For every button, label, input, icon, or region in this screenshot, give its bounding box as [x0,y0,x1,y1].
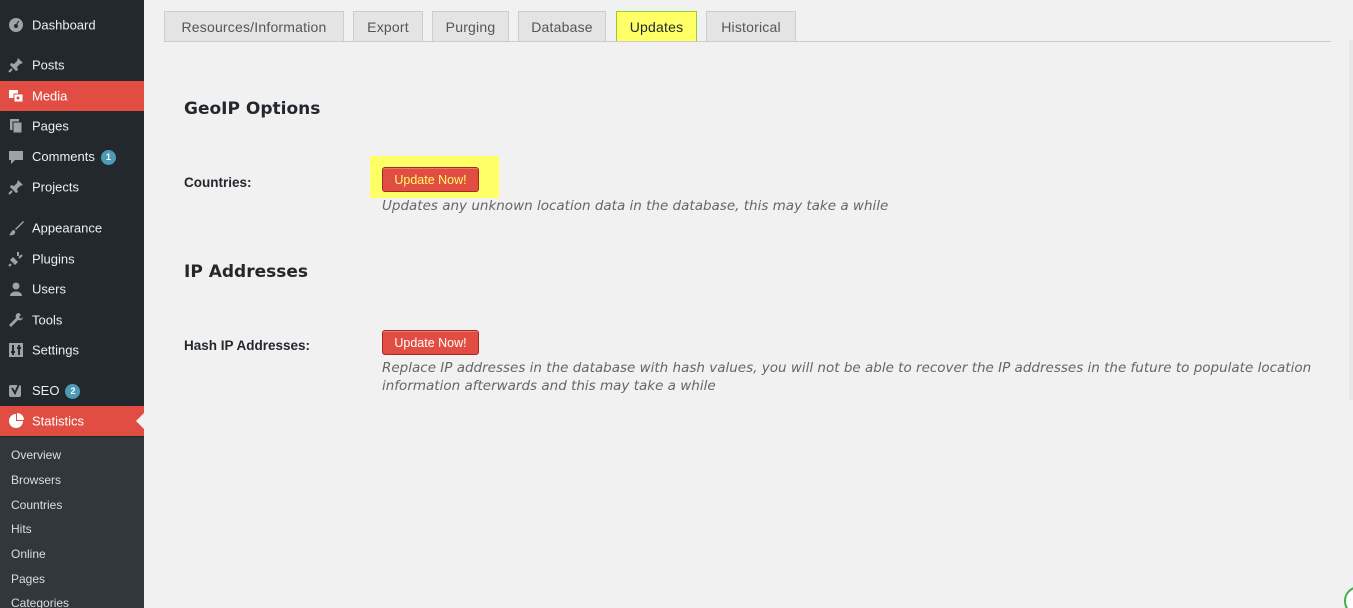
hash-ip-description-line2: information afterwards and this may take… [382,378,716,394]
sidebar-item-comments[interactable]: Comments 1 [0,142,144,172]
comment-count-badge: 1 [100,150,116,165]
current-menu-arrow [136,413,144,429]
settings-icon [9,343,23,357]
submenu-item-online[interactable]: Online [11,547,46,561]
statistics-submenu: Overview Browsers Countries Hits Online … [0,437,144,608]
sidebar-item-label: SEO [32,383,60,398]
corner-status-badge [1344,586,1353,608]
submenu-item-hits[interactable]: Hits [11,522,32,536]
admin-sidebar: Dashboard Posts Media Pages Comments 1 Pr… [0,0,144,608]
submenu-item-overview[interactable]: Overview [11,448,61,462]
tab-database[interactable]: Database [518,11,606,42]
seo-icon [9,383,21,397]
sidebar-item-label: Dashboard [32,17,96,33]
tab-resources-information[interactable]: Resources/Information [164,11,344,42]
sidebar-item-users[interactable]: Users [0,274,144,304]
sidebar-item-label: Posts [32,57,65,73]
plug-icon [8,252,23,267]
sidebar-item-label: Media [32,88,68,104]
tab-purging[interactable]: Purging [432,11,509,42]
sidebar-item-label: Comments [32,149,95,164]
scrollbar-track[interactable] [1349,40,1353,400]
sidebar-item-label: Statistics [32,413,85,429]
tab-historical[interactable]: Historical [706,11,796,42]
sidebar-item-label: Plugins [32,251,75,267]
sidebar-item-label-wrap: SEO 2 [32,383,81,399]
submenu-item-pages[interactable]: Pages [11,572,45,586]
ip-addresses-heading: IP Addresses [184,262,308,282]
geoip-options-heading: GeoIP Options [184,99,321,119]
sidebar-item-posts[interactable]: Posts [0,50,144,80]
media-icon [9,90,24,103]
sidebar-item-statistics[interactable]: Statistics [0,406,144,436]
sidebar-item-tools[interactable]: Tools [0,305,144,335]
brush-icon [9,221,24,236]
sidebar-item-plugins[interactable]: Plugins [0,244,144,274]
sidebar-item-pages[interactable]: Pages [0,111,144,141]
sidebar-item-dashboard[interactable]: Dashboard [0,10,144,40]
hash-ip-update-button[interactable]: Update Now! [382,330,479,355]
sidebar-item-settings[interactable]: Settings [0,335,144,365]
sidebar-item-label: Users [32,281,66,297]
sidebar-item-label: Pages [32,118,69,134]
pin-icon [8,180,23,195]
countries-label: Countries: [184,175,252,190]
sidebar-item-media[interactable]: Media [0,81,144,111]
submenu-item-browsers[interactable]: Browsers [11,473,61,487]
dashboard-icon [9,18,23,32]
sidebar-item-projects[interactable]: Projects [0,172,144,202]
submenu-item-countries[interactable]: Countries [11,498,62,512]
update-countries-button[interactable]: Update Now! [382,167,479,192]
tab-divider [164,41,1331,42]
sidebar-item-label: Settings [32,342,79,358]
sidebar-item-seo[interactable]: SEO 2 [0,376,144,406]
countries-description: Updates any unknown location data in the… [382,198,889,214]
sidebar-item-label: Projects [32,179,79,195]
submenu-item-categories[interactable]: Categories [11,596,69,608]
hash-ip-label: Hash IP Addresses: [184,338,311,353]
wrench-icon [9,313,23,327]
seo-count-badge: 2 [65,384,81,399]
pie-chart-icon [9,413,24,428]
comment-icon [9,151,23,164]
tab-export[interactable]: Export [353,11,423,42]
pages-icon [10,119,23,134]
hash-ip-description-line1: Replace IP addresses in the database wit… [382,360,1312,376]
user-icon [10,282,22,296]
sidebar-item-label: Tools [32,312,63,328]
sidebar-item-label-wrap: Comments 1 [32,149,116,165]
tab-updates[interactable]: Updates [616,11,697,42]
sidebar-item-label: Appearance [32,220,103,236]
pin-icon [8,58,23,73]
sidebar-item-appearance[interactable]: Appearance [0,213,144,243]
